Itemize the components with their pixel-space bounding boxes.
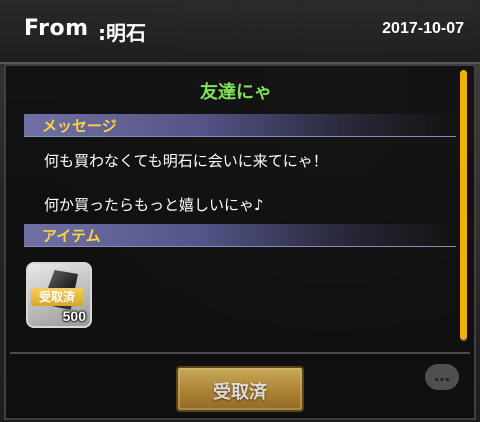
item-section-label: アイテム xyxy=(42,227,101,245)
divider xyxy=(10,352,470,354)
item-section-header: アイテム xyxy=(24,224,456,247)
sender-name: :明石 xyxy=(98,21,146,45)
message-section-label: メッセージ xyxy=(42,117,117,135)
chat-bubble-icon[interactable] xyxy=(425,364,459,390)
mail-header: From :明石 2017-10-07 xyxy=(0,0,480,64)
claimed-tag: 受取済 xyxy=(31,288,83,306)
claim-button-label: 受取済 xyxy=(213,382,267,403)
scrollbar[interactable] xyxy=(460,70,467,342)
message-line: 何も買わなくても明石に会いに来てにゃ！ xyxy=(44,152,328,170)
claim-button[interactable]: 受取済 xyxy=(176,366,304,412)
mail-subject: 友達にゃ xyxy=(200,82,272,103)
reward-item[interactable]: 受取済 500 xyxy=(26,262,92,328)
item-count: 500 xyxy=(62,308,86,324)
scrollbar-thumb[interactable] xyxy=(460,70,467,340)
from-label: From xyxy=(24,16,89,41)
message-section-header: メッセージ xyxy=(24,114,456,137)
message-line: 何か買ったらもっと嬉しいにゃ♪ xyxy=(44,196,264,214)
mail-panel: 友達にゃ メッセージ 何も買わなくても明石に会いに来てにゃ！ 何か買ったらもっと… xyxy=(4,64,476,420)
mail-date: 2017-10-07 xyxy=(382,20,464,37)
